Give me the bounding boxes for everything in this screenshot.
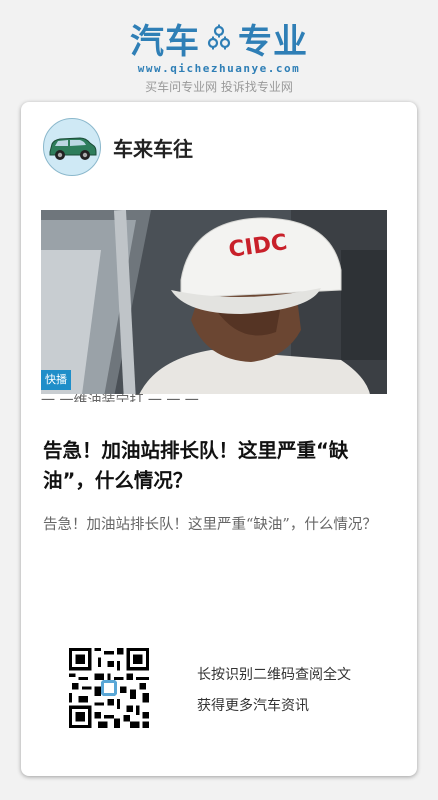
logo-text-right: 专业 — [238, 21, 308, 62]
site-logo[interactable]: 汽车 专业 — [0, 16, 438, 62]
article-card[interactable]: 车来车往 CIDC 快播 一 一维油装宁打 一 一 一 告急！加油站排长队！这里… — [21, 102, 417, 776]
site-header: 汽车 专业 www.qichezhuanye.com 买车问专业网 投诉找专业网 — [0, 16, 438, 95]
news-photo: CIDC — [41, 210, 387, 402]
live-badge: 快播 — [41, 370, 71, 390]
gear-logo-icon — [207, 24, 231, 50]
logo-text-left: 汽车 — [130, 21, 200, 62]
qr-caption: 长按识别二维码查阅全文 获得更多汽车资讯 — [197, 660, 351, 722]
photo-subtitle: 一 一维油装宁打 一 一 一 — [41, 394, 387, 402]
logo-tagline: 买车问专业网 投诉找专业网 — [145, 80, 293, 94]
article-summary: 告急！加油站排长队！这里严重“缺油”，什么情况？ — [43, 517, 377, 533]
article-title[interactable]: 告急！加油站排长队！这里严重“缺油”，什么情况？ — [43, 436, 399, 496]
qr-caption-line2: 获得更多汽车资讯 — [197, 698, 309, 714]
avatar[interactable] — [43, 118, 101, 176]
author-row[interactable]: 车来车往 — [43, 118, 193, 176]
logo-url: www.qichezhuanye.com — [137, 62, 301, 75]
article-photo[interactable]: CIDC 快播 一 一维油装宁打 一 一 一 — [41, 210, 387, 402]
qr-caption-line1: 长按识别二维码查阅全文 — [197, 667, 351, 683]
green-car-icon — [49, 137, 97, 160]
author-name[interactable]: 车来车往 — [113, 133, 193, 162]
qr-code-icon[interactable] — [69, 648, 149, 728]
